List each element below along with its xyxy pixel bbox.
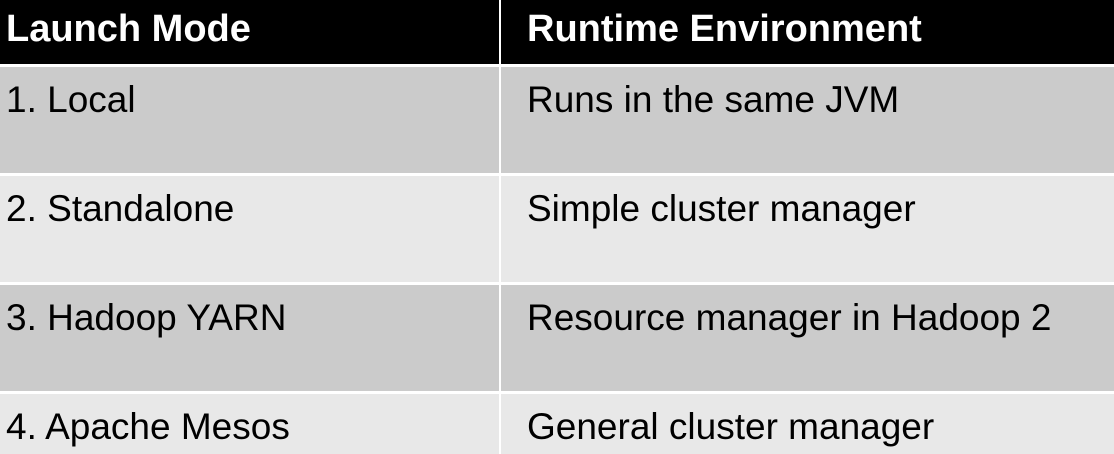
launch-mode-table: Launch Mode Runtime Environment 1. Local… [0,0,1114,454]
cell-launch-mode-yarn: 3. Hadoop YARN [0,285,499,391]
cell-launch-mode-local: 1. Local [0,67,499,173]
header-runtime-environment: Runtime Environment [501,0,1114,64]
cell-launch-mode-mesos: 4. Apache Mesos [0,394,499,454]
cell-runtime-standalone: Simple cluster manager [501,176,1114,282]
header-launch-mode: Launch Mode [0,0,499,64]
cell-launch-mode-standalone: 2. Standalone [0,176,499,282]
cell-runtime-mesos: General cluster manager [501,394,1114,454]
cell-runtime-local: Runs in the same JVM [501,67,1114,173]
cell-runtime-yarn: Resource manager in Hadoop 2 [501,285,1114,391]
